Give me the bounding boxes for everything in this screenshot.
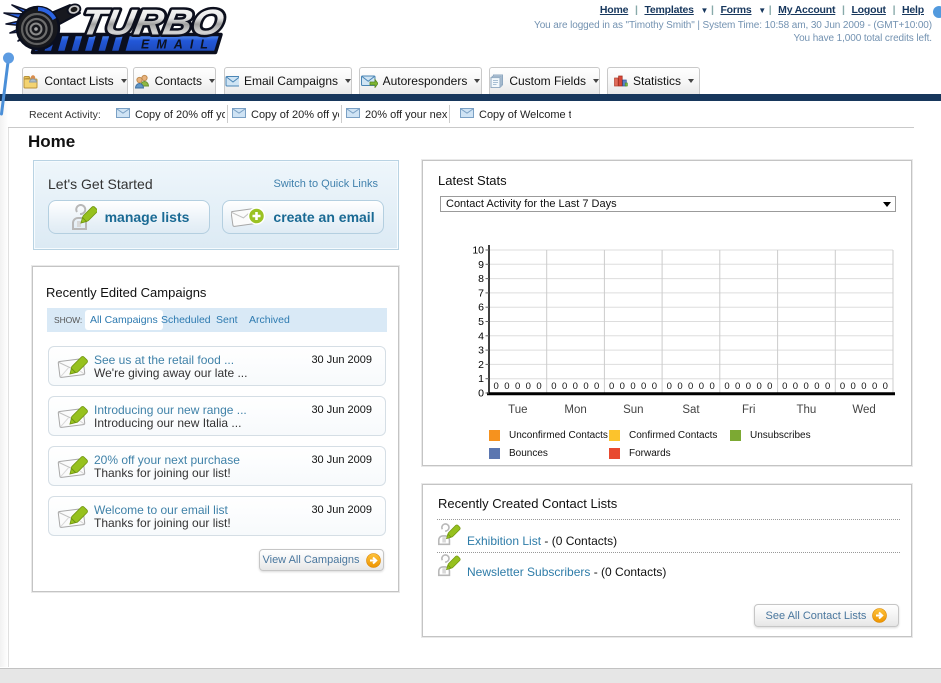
svg-text:0: 0 (814, 381, 819, 392)
svg-text:0: 0 (861, 381, 866, 392)
svg-text:0: 0 (699, 381, 704, 392)
svg-text:0: 0 (709, 381, 714, 392)
svg-text:0: 0 (573, 381, 578, 392)
svg-text:0: 0 (667, 381, 672, 392)
svg-text:1: 1 (478, 373, 484, 385)
svg-text:5: 5 (478, 316, 484, 328)
svg-text:6: 6 (478, 302, 484, 314)
svg-text:Sat: Sat (682, 404, 700, 416)
svg-text:0: 0 (872, 381, 877, 392)
svg-text:0: 0 (746, 381, 751, 392)
svg-text:4: 4 (478, 330, 484, 342)
svg-text:Wed: Wed (852, 404, 875, 416)
svg-text:0: 0 (551, 381, 556, 392)
svg-text:0: 0 (515, 381, 520, 392)
svg-text:Tue: Tue (508, 404, 527, 416)
svg-text:0: 0 (688, 381, 693, 392)
svg-text:0: 0 (630, 381, 635, 392)
svg-text:2: 2 (478, 359, 484, 371)
svg-text:0: 0 (782, 381, 787, 392)
svg-text:0: 0 (756, 381, 761, 392)
svg-text:0: 0 (803, 381, 808, 392)
svg-text:0: 0 (677, 381, 682, 392)
svg-text:Thu: Thu (796, 404, 816, 416)
svg-text:8: 8 (478, 273, 484, 285)
svg-text:TURBO: TURBO (78, 2, 227, 43)
svg-text:7: 7 (478, 287, 484, 299)
svg-text:0: 0 (652, 381, 657, 392)
svg-text:0: 0 (767, 381, 772, 392)
svg-text:0: 0 (609, 381, 614, 392)
svg-text:0: 0 (883, 381, 888, 392)
svg-text:9: 9 (478, 259, 484, 271)
svg-text:0: 0 (641, 381, 646, 392)
svg-text:0: 0 (793, 381, 798, 392)
svg-text:0: 0 (840, 381, 845, 392)
svg-text:0: 0 (735, 381, 740, 392)
svg-text:0: 0 (494, 381, 499, 392)
svg-text:Fri: Fri (742, 404, 755, 416)
svg-text:0: 0 (594, 381, 599, 392)
svg-text:0: 0 (562, 381, 567, 392)
svg-text:0: 0 (825, 381, 830, 392)
svg-text:0: 0 (724, 381, 729, 392)
svg-text:10: 10 (472, 245, 484, 257)
svg-text:Mon: Mon (564, 404, 586, 416)
svg-text:Sun: Sun (623, 404, 643, 416)
svg-text:0: 0 (478, 388, 484, 400)
svg-text:0: 0 (504, 381, 509, 392)
svg-text:3: 3 (478, 345, 484, 357)
svg-text:0: 0 (851, 381, 856, 392)
svg-text:0: 0 (583, 381, 588, 392)
svg-text:0: 0 (536, 381, 541, 392)
svg-text:0: 0 (526, 381, 531, 392)
svg-text:0: 0 (620, 381, 625, 392)
